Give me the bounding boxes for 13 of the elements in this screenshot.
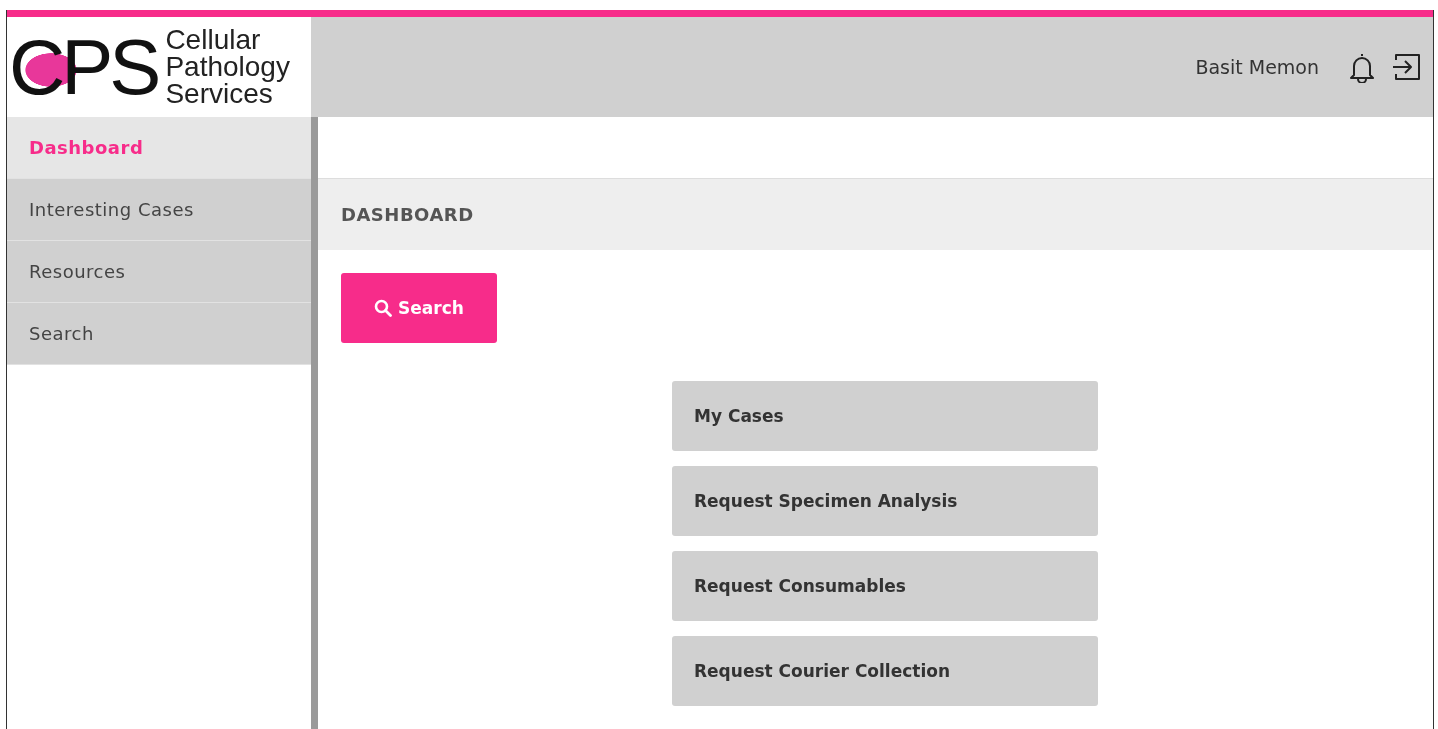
sidebar-item[interactable]: Interesting Cases	[7, 179, 311, 241]
page-title: DASHBOARD	[341, 204, 474, 225]
search-button[interactable]: Search	[341, 273, 497, 343]
search-icon	[374, 299, 393, 317]
logo-text: Cellular	[165, 26, 262, 54]
action-button[interactable]: Request Consumables	[672, 551, 1098, 621]
action-button[interactable]: Request Courier Collection	[672, 636, 1098, 706]
action-button[interactable]: My Cases	[672, 381, 1098, 451]
sidebar-item[interactable]: Resources	[7, 241, 311, 303]
logo-text: Pathology	[165, 53, 290, 81]
user-name[interactable]: Basit Memon	[1195, 55, 1319, 78]
action-button[interactable]: Request Specimen Analysis	[672, 466, 1098, 536]
sidebar-item[interactable]: Search	[7, 303, 311, 365]
